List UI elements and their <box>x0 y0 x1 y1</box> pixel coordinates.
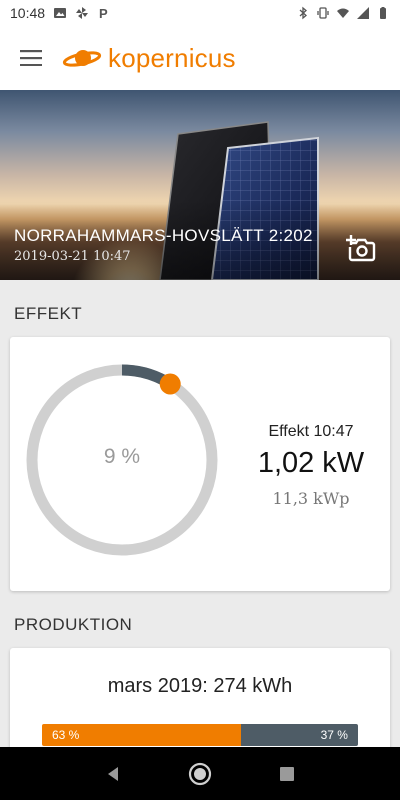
effect-card: 9 % Effekt 10:47 1,02 kW 11,3 kWp <box>10 337 390 591</box>
signal-icon <box>357 7 369 19</box>
bluetooth-icon <box>299 6 307 20</box>
pinwheel-icon <box>76 7 89 19</box>
planet-logo-icon <box>62 50 102 67</box>
parking-icon: P <box>99 6 108 20</box>
image-icon <box>54 8 67 18</box>
production-card: mars 2019: 274 kWh 63 % 37 % <box>10 648 390 758</box>
production-right-percent: 37 % <box>320 728 348 742</box>
status-time: 10:48 <box>10 5 46 21</box>
hamburger-menu-button[interactable] <box>0 26 62 90</box>
svg-text:P: P <box>99 6 108 20</box>
production-split-right: 37 % <box>241 724 358 746</box>
battery-icon <box>380 7 386 19</box>
vibrate-icon <box>317 7 329 19</box>
effect-peak-capacity: 11,3 kWp <box>272 489 350 508</box>
effect-value: 1,02 kW <box>257 447 365 479</box>
effect-percent: 9 % <box>103 445 141 468</box>
site-timestamp: 2019-03-21 10:47 <box>14 249 131 264</box>
site-name: NORRAHAMMARS-HOVSLÄTT 2:202 <box>14 226 313 245</box>
production-month-total: mars 2019: 274 kWh <box>107 675 293 697</box>
nav-recents-button[interactable] <box>267 754 307 794</box>
app-bar: kopernicus <box>0 26 400 90</box>
status-bar: 10:48 P <box>0 0 400 26</box>
brand-name: kopernicus <box>108 42 236 73</box>
production-left-percent: 63 % <box>52 728 80 742</box>
recents-icon <box>279 766 294 781</box>
nav-back-button[interactable] <box>93 754 133 794</box>
production-section-heading: PRODUKTION <box>14 615 133 634</box>
add-photo-button[interactable] <box>344 234 376 262</box>
site-hero-image: NORRAHAMMARS-HOVSLÄTT 2:202 2019-03-21 1… <box>0 90 400 280</box>
add-photo-icon <box>346 235 376 262</box>
brand-logo: kopernicus <box>62 43 236 74</box>
home-icon <box>188 762 212 785</box>
effect-section-heading: EFFEKT <box>14 304 83 323</box>
nav-home-button[interactable] <box>180 754 220 794</box>
production-split-left: 63 % <box>42 724 242 746</box>
effect-time-label: Effekt 10:47 <box>268 423 354 440</box>
wifi-icon <box>337 8 349 18</box>
back-icon <box>108 766 119 781</box>
system-navigation-bar <box>0 747 400 800</box>
gauge-knob <box>159 373 181 395</box>
production-split-bar: 63 % 37 % <box>42 724 358 746</box>
hamburger-menu-icon <box>20 50 42 66</box>
